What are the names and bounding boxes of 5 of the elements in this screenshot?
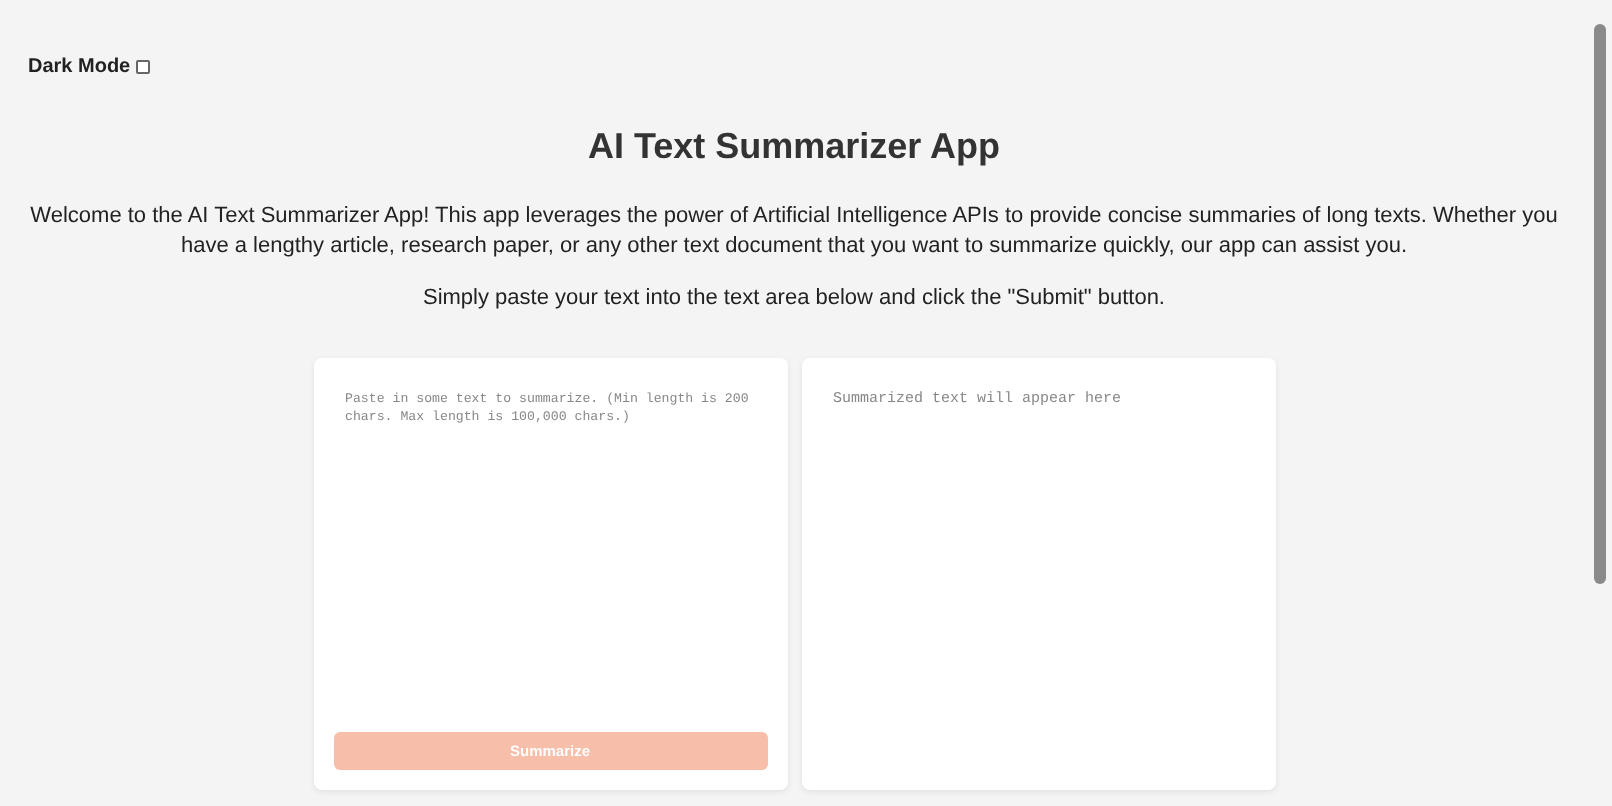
intro-paragraph: Welcome to the AI Text Summarizer App! This app leverages the power of Artificial Intelligence APIs to provide concise summaries of long texts. Whether you have a lengthy article, research paper, or any other text document that you want to summarize quickly, our app can assist you. (28, 201, 1560, 262)
dark-mode-checkbox[interactable] (136, 60, 151, 74)
app-title: AI Text Summarizer App (585, 126, 1003, 170)
dark-mode-label: Dark Mode (28, 54, 131, 82)
instructions-text: Simply paste your text into the text area below and click the "Submit" button. (420, 283, 1167, 314)
